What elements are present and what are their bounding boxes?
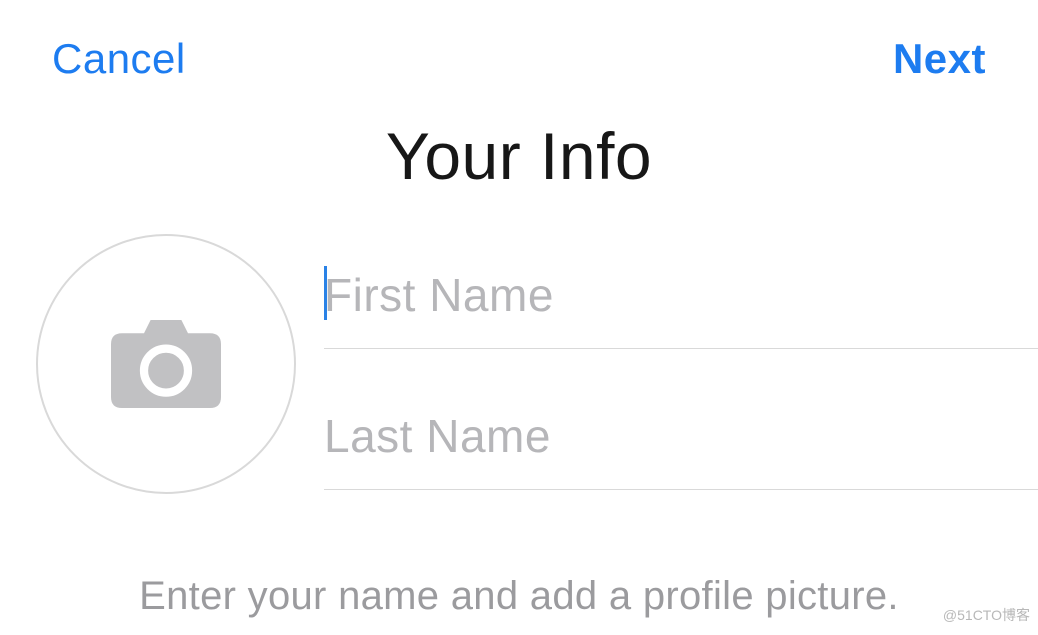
last-name-input[interactable] <box>324 379 1038 490</box>
last-name-wrap <box>324 379 1038 490</box>
page-title: Your Info <box>0 118 1038 194</box>
next-button[interactable]: Next <box>893 35 986 83</box>
first-name-wrap <box>324 238 1038 349</box>
cancel-button[interactable]: Cancel <box>52 35 186 83</box>
field-spacer <box>324 349 1038 379</box>
hint-text: Enter your name and add a profile pictur… <box>0 574 1038 619</box>
first-name-input[interactable] <box>324 238 1038 349</box>
profile-form <box>0 194 1038 494</box>
text-caret <box>324 266 327 320</box>
top-navigation-bar: Cancel Next <box>0 0 1038 90</box>
name-fields <box>324 238 1038 490</box>
camera-icon <box>111 319 221 409</box>
add-photo-button[interactable] <box>36 234 296 494</box>
watermark: @51CTO博客 <box>943 605 1030 625</box>
